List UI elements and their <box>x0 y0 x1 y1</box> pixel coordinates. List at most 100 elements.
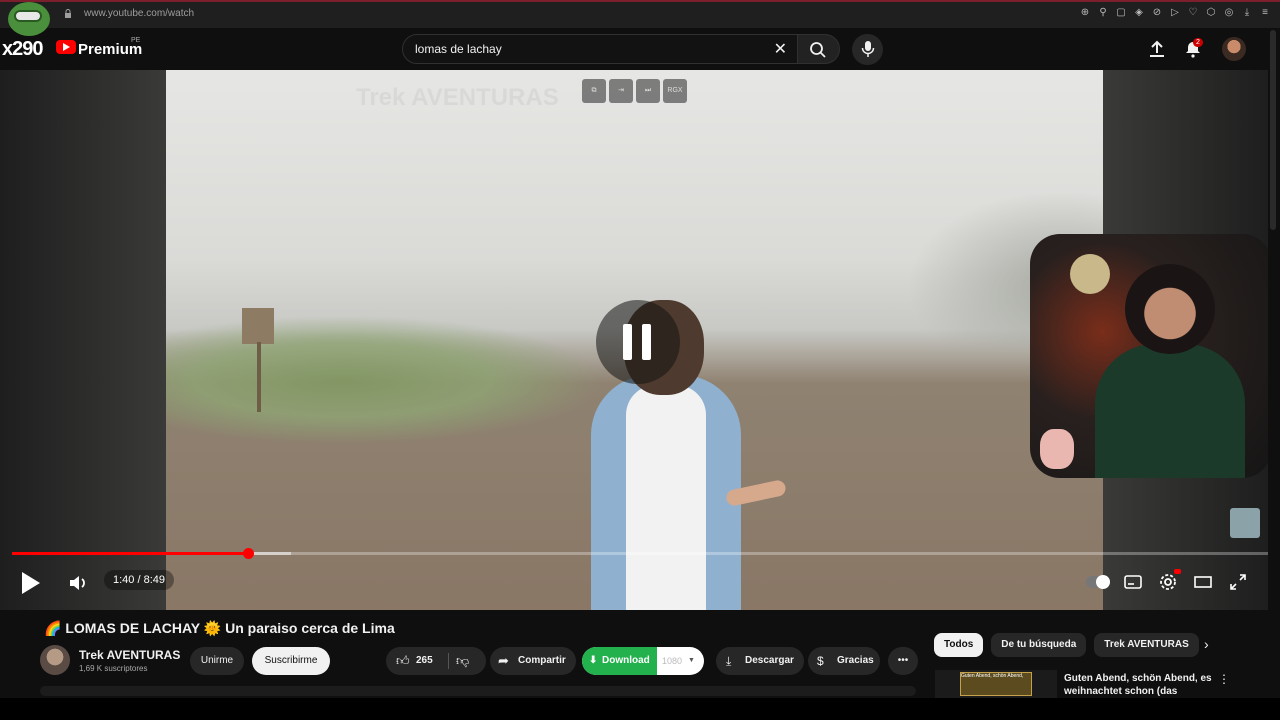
download-main-button[interactable]: ⬇ Download <box>582 647 657 675</box>
microphone-icon <box>861 41 875 57</box>
scene-sign-post <box>257 342 261 412</box>
shield-icon[interactable]: ◈ <box>1134 8 1144 18</box>
chevron-down-icon[interactable]: ▼ <box>688 647 695 675</box>
more-actions-button[interactable]: ••• <box>888 647 918 675</box>
url-bar[interactable]: www.youtube.com/watch <box>84 8 194 19</box>
descargar-label: Descargar <box>745 655 794 666</box>
chip-all[interactable]: Todos <box>934 633 984 657</box>
copy-icon[interactable]: ⧉ <box>582 79 606 103</box>
zoom-icon[interactable]: ⊕ <box>1080 8 1090 18</box>
like-button[interactable]: 👍︎ 265 👎︎ <box>386 647 486 675</box>
user-avatar[interactable] <box>1222 37 1246 61</box>
download-extension-button[interactable]: ⬇ Download 1080 ▼ <box>582 647 704 675</box>
webcam-microphone <box>1070 254 1110 294</box>
webcam-sticker <box>1040 429 1074 469</box>
share-icon: ➦ <box>498 653 509 668</box>
divider <box>448 653 449 669</box>
extension-overlay-buttons: ⧉ ⇥ ⏭ RGX <box>582 79 687 103</box>
enter-icon[interactable]: ⇥ <box>609 79 633 103</box>
region-code: PE <box>131 37 141 44</box>
description-box[interactable] <box>40 686 916 696</box>
play-icon[interactable]: ▷ <box>1170 8 1180 18</box>
volume-icon[interactable] <box>68 573 88 593</box>
more-vertical-icon[interactable]: ⋮ <box>1218 672 1230 686</box>
share-button[interactable]: ➦ Compartir <box>490 647 576 675</box>
more-horizontal-icon: ••• <box>897 655 909 666</box>
hd-badge <box>1174 569 1181 574</box>
lock-icon <box>65 9 71 18</box>
end-screen-thumbnail[interactable] <box>1230 508 1260 538</box>
search-value[interactable]: lomas de lachay <box>415 42 502 56</box>
subscriber-count: 1,69 K suscriptores <box>79 664 148 673</box>
pause-overlay-icon[interactable] <box>596 300 680 384</box>
browser-toolbar: www.youtube.com/watch ⊕ ⚲ ▢ ◈ ⊘ ▷ ♡ ⬡ ◎ … <box>0 0 1280 28</box>
channel-avatar[interactable] <box>40 645 70 675</box>
webcam-person-body <box>1095 344 1245 478</box>
browser-extension-icons: ⊕ ⚲ ▢ ◈ ⊘ ▷ ♡ ⬡ ◎ ⤓ ≡ <box>1080 8 1270 18</box>
thanks-button[interactable]: $ Gracias <box>808 647 880 675</box>
search-icon <box>810 42 826 58</box>
subscribe-button[interactable]: Suscribirme <box>252 647 330 675</box>
recommendation-chips: Todos De tu búsqueda Trek AVENTURAS <box>934 633 1199 657</box>
channel-logo-text[interactable]: x290 <box>2 38 43 61</box>
recommendation-title[interactable]: Guten Abend, schön Abend, es weihnachtet… <box>1064 672 1214 696</box>
pepe-logo <box>8 2 50 36</box>
download-quality[interactable]: 1080 <box>662 647 682 675</box>
video-player[interactable]: Trek AVENTURAS ⧉ ⇥ ⏭ RGX 1:40 / 8:49 <box>0 70 1268 610</box>
voice-search-button[interactable] <box>852 34 883 65</box>
puzzle-icon[interactable]: ⬡ <box>1206 8 1216 18</box>
channel-name[interactable]: Trek AVENTURAS <box>79 648 180 662</box>
skip-icon[interactable]: ⏭ <box>636 79 660 103</box>
subtitles-icon[interactable] <box>1124 573 1142 591</box>
thumbs-down-icon[interactable]: 👎︎ <box>456 647 469 675</box>
download-arrow-icon: ⬇ <box>589 655 598 666</box>
search-button[interactable] <box>798 34 840 64</box>
notification-count-badge: 2 <box>1193 38 1203 47</box>
play-icon[interactable] <box>22 572 40 594</box>
upload-icon[interactable] <box>1148 40 1166 58</box>
scene-sign <box>242 308 274 344</box>
scrollbar[interactable] <box>1270 30 1276 230</box>
rgx-button[interactable]: RGX <box>663 79 687 103</box>
chip-from-search[interactable]: De tu búsqueda <box>991 633 1087 657</box>
bookmark-icon[interactable]: ▢ <box>1116 8 1126 18</box>
fullscreen-icon[interactable] <box>1229 573 1247 591</box>
channel-watermark: Trek AVENTURAS <box>356 84 559 111</box>
like-count: 265 <box>416 655 433 666</box>
chip-channel[interactable]: Trek AVENTURAS <box>1094 633 1199 657</box>
thanks-label: Gracias <box>837 655 874 666</box>
pin-icon[interactable]: ⚲ <box>1098 8 1108 18</box>
progress-bar[interactable] <box>12 548 1268 559</box>
download-label: Download <box>602 655 650 666</box>
download-icon[interactable]: ⤓ <box>1242 8 1252 18</box>
thanks-icon: $ <box>817 654 824 668</box>
scene-grass <box>166 315 606 445</box>
share-label: Compartir <box>518 655 566 666</box>
search-input[interactable]: lomas de lachay ✕ <box>402 34 798 64</box>
block-icon[interactable]: ⊘ <box>1152 8 1162 18</box>
youtube-logo-icon[interactable] <box>56 40 76 54</box>
ambient-left <box>0 70 166 610</box>
player-controls: 1:40 / 8:49 <box>0 565 1268 601</box>
clear-icon[interactable]: ✕ <box>774 39 787 59</box>
download-icon: ⤓ <box>726 654 732 668</box>
join-button[interactable]: Unirme <box>190 647 244 675</box>
bottom-band <box>0 698 1280 720</box>
settings-gear-icon[interactable] <box>1159 573 1177 591</box>
theater-mode-icon[interactable] <box>1194 573 1212 591</box>
heart-icon[interactable]: ♡ <box>1188 8 1198 18</box>
autoplay-toggle[interactable] <box>1086 575 1110 589</box>
descargar-button[interactable]: ⤓ Descargar <box>716 647 804 675</box>
youtube-header: x290 Premium PE lomas de lachay ✕ 2 <box>0 2 1280 70</box>
account-icon[interactable]: ◎ <box>1224 8 1234 18</box>
thumbs-up-icon: 👍︎ <box>396 653 410 668</box>
streamer-webcam-overlay <box>1030 234 1268 478</box>
video-title: 🌈 LOMAS DE LACHAY 🌞 Un paraiso cerca de … <box>44 620 395 636</box>
chevron-right-icon[interactable]: › <box>1204 636 1209 652</box>
time-display: 1:40 / 8:49 <box>104 570 174 590</box>
recommendation-thumb-text: Guten Abend, schön Abend, <box>960 672 1032 696</box>
progress-played <box>12 552 249 555</box>
menu-icon[interactable]: ≡ <box>1260 8 1270 18</box>
recommendation-thumbnail[interactable]: Guten Abend, schön Abend, <box>935 670 1057 700</box>
webcam-person-head <box>1125 264 1215 354</box>
